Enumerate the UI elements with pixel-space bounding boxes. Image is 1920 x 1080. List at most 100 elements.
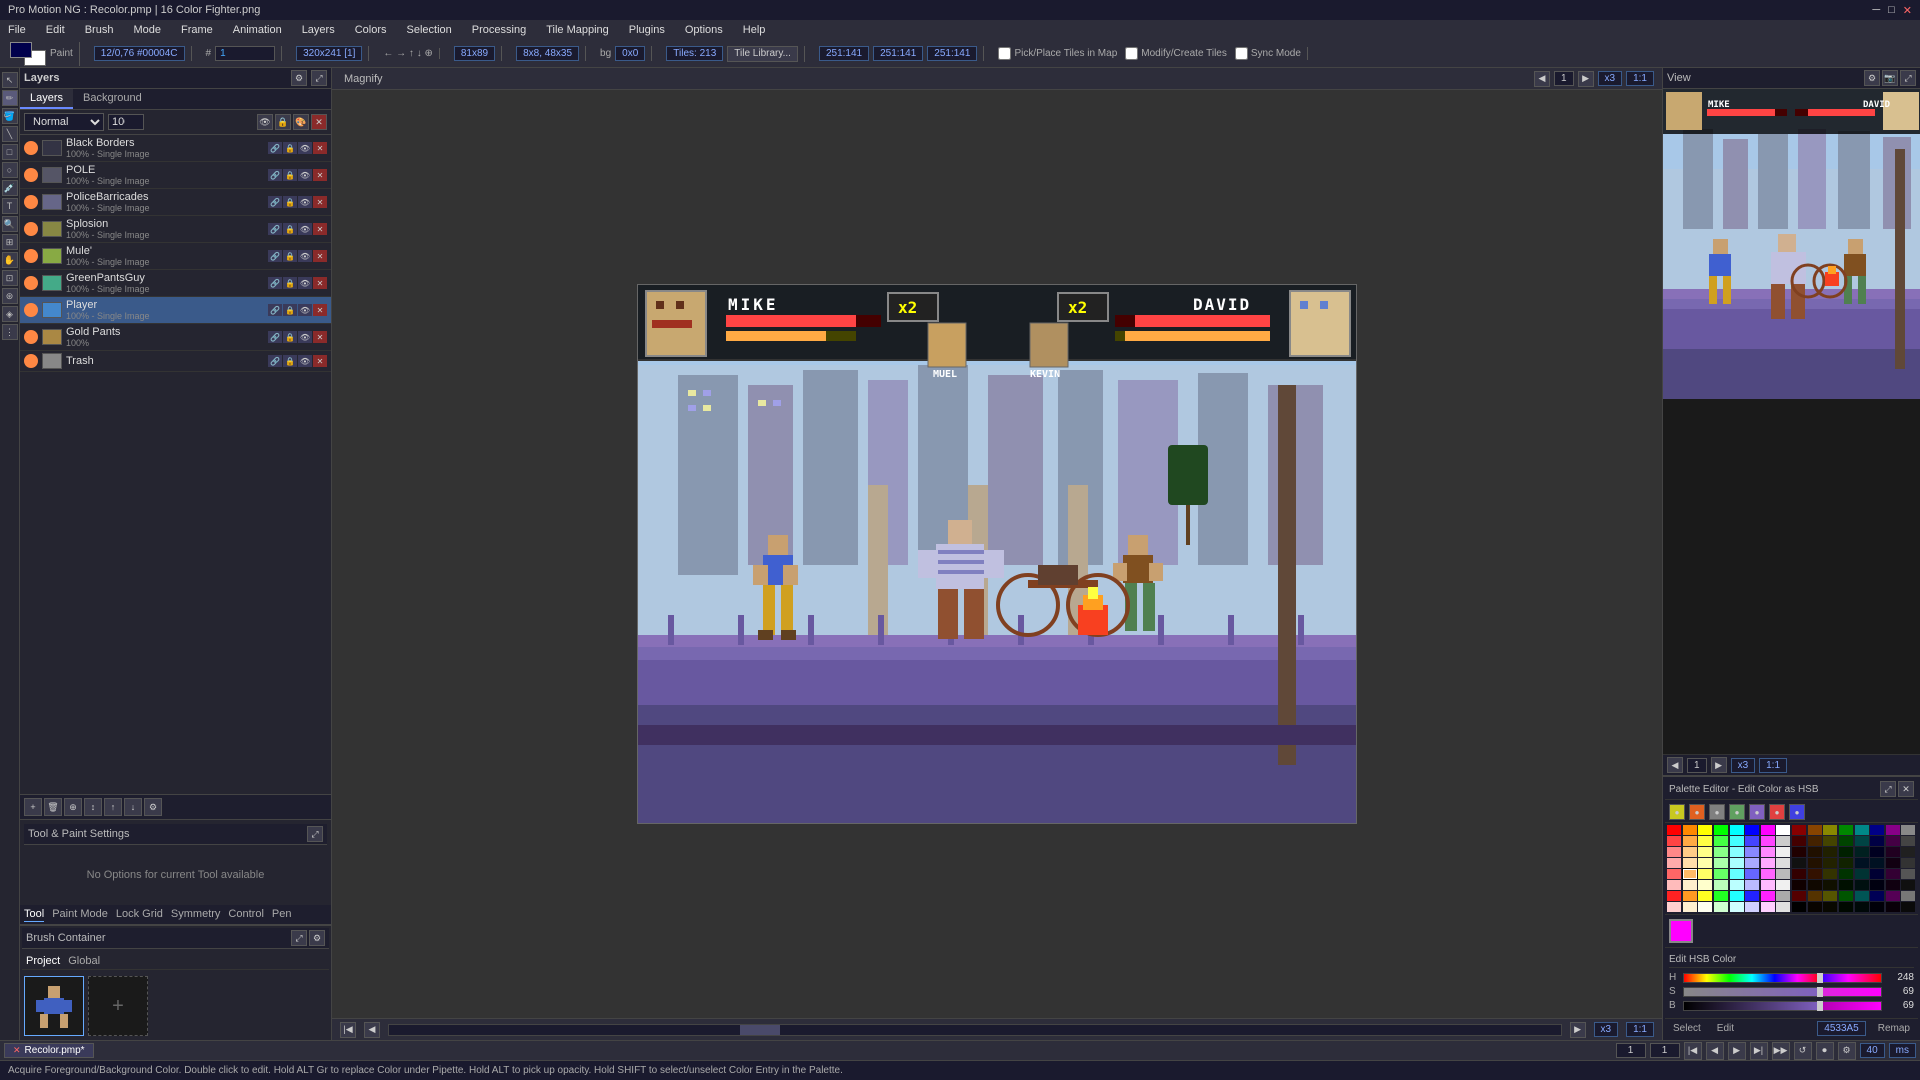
palette-cell[interactable]	[1886, 858, 1900, 868]
palette-cell[interactable]	[1776, 858, 1790, 868]
palette-cell[interactable]	[1745, 869, 1759, 879]
palette-cell[interactable]	[1823, 869, 1837, 879]
brush-container-settings[interactable]: ⚙	[309, 930, 325, 946]
tool-custom2[interactable]: ⋮	[2, 324, 18, 340]
palette-icon-6[interactable]: ●	[1769, 804, 1785, 820]
palette-cell[interactable]	[1792, 902, 1806, 912]
layer-item[interactable]: PoliceBarricades 100% - Single Image 🔗 🔒…	[20, 189, 331, 216]
palette-cell[interactable]	[1761, 836, 1775, 846]
palette-cell[interactable]	[1714, 858, 1728, 868]
anim-prev[interactable]: ◀	[1706, 1042, 1724, 1060]
layer-icon-del[interactable]: ✕	[313, 169, 327, 181]
palette-cell[interactable]	[1855, 836, 1869, 846]
palette-cell[interactable]	[1745, 858, 1759, 868]
palette-cell[interactable]	[1855, 891, 1869, 901]
palette-cell[interactable]	[1698, 825, 1712, 835]
layer-visibility-icon[interactable]	[24, 276, 38, 290]
palette-cell[interactable]	[1776, 825, 1790, 835]
palette-icon-4[interactable]: ●	[1729, 804, 1745, 820]
palette-cell[interactable]	[1870, 880, 1884, 890]
palette-cell[interactable]	[1761, 902, 1775, 912]
palette-cell[interactable]	[1761, 847, 1775, 857]
view-icon-camera[interactable]: 📷	[1882, 70, 1898, 86]
palette-cell[interactable]	[1839, 880, 1853, 890]
layer-icon-lock[interactable]: 🔒	[283, 355, 297, 367]
layer-red-icon[interactable]: ✕	[311, 114, 327, 130]
palette-cell[interactable]	[1730, 858, 1744, 868]
layer-icon-lock[interactable]: 🔒	[283, 277, 297, 289]
tool-fill[interactable]: 🪣	[2, 108, 18, 124]
layer-icon-lock[interactable]: 🔒	[283, 331, 297, 343]
palette-cell[interactable]	[1823, 825, 1837, 835]
palette-cell[interactable]	[1886, 891, 1900, 901]
layer-icon-link[interactable]: 🔗	[268, 250, 282, 262]
brush-tab-global[interactable]: Global	[68, 955, 100, 967]
palette-cell[interactable]	[1745, 847, 1759, 857]
palette-cell[interactable]	[1667, 869, 1681, 879]
layer-icon-lock[interactable]: 🔒	[283, 304, 297, 316]
canvas-footer-next[interactable]: ▶	[1570, 1022, 1586, 1038]
tool-grid[interactable]: ⊞	[2, 234, 18, 250]
menu-brush[interactable]: Brush	[81, 24, 118, 36]
layer-icon-lock[interactable]: 🔒	[283, 196, 297, 208]
palette-cell[interactable]	[1792, 836, 1806, 846]
palette-cell[interactable]	[1776, 902, 1790, 912]
palette-cell[interactable]	[1698, 836, 1712, 846]
modify-create-label[interactable]: Modify/Create Tiles	[1125, 47, 1227, 60]
palette-cell[interactable]	[1745, 836, 1759, 846]
palette-cell[interactable]	[1730, 902, 1744, 912]
palette-cell[interactable]	[1683, 825, 1697, 835]
layer-icon-eye2[interactable]: 👁	[298, 250, 312, 262]
palette-cell[interactable]	[1839, 891, 1853, 901]
palette-cell[interactable]	[1839, 869, 1853, 879]
menu-file[interactable]: File	[4, 24, 30, 36]
layer-icon-del[interactable]: ✕	[313, 250, 327, 262]
palette-cell[interactable]	[1745, 902, 1759, 912]
opacity-input[interactable]	[108, 114, 144, 130]
menu-frame[interactable]: Frame	[177, 24, 217, 36]
palette-cell[interactable]	[1808, 858, 1822, 868]
canvas-content[interactable]: MIKE x2 x2 DAVID	[332, 90, 1662, 1018]
palette-cell[interactable]	[1730, 880, 1744, 890]
palette-cell[interactable]	[1870, 902, 1884, 912]
layer-delete-btn[interactable]: 🗑	[44, 798, 62, 816]
layer-item[interactable]: Trash 🔗 🔒 👁 ✕	[20, 351, 331, 372]
palette-cell[interactable]	[1714, 880, 1728, 890]
palette-expand[interactable]: ⤢	[1880, 781, 1896, 797]
layer-visibility-icon[interactable]	[24, 354, 38, 368]
palette-cell[interactable]	[1870, 891, 1884, 901]
palette-cell[interactable]	[1901, 902, 1915, 912]
palette-cell[interactable]	[1808, 880, 1822, 890]
bright-bar[interactable]	[1683, 1001, 1882, 1011]
layers-expand-btn[interactable]: ⤢	[311, 70, 327, 86]
maximize-btn[interactable]: □	[1888, 4, 1895, 17]
menu-mode[interactable]: Mode	[129, 24, 165, 36]
anim-play[interactable]: ▶	[1728, 1042, 1746, 1060]
palette-cell[interactable]	[1730, 836, 1744, 846]
canvas-next-frame[interactable]: ▶	[1578, 71, 1594, 87]
layer-icon-link[interactable]: 🔗	[268, 223, 282, 235]
palette-cell[interactable]	[1870, 825, 1884, 835]
tile-library-btn[interactable]: Tile Library...	[727, 46, 798, 62]
layer-icon-eye2[interactable]: 👁	[298, 277, 312, 289]
layer-icon-del[interactable]: ✕	[313, 277, 327, 289]
palette-cell[interactable]	[1823, 847, 1837, 857]
tool-picker[interactable]: 💉	[2, 180, 18, 196]
tool-settings-expand[interactable]: ⤢	[307, 826, 323, 842]
palette-cell[interactable]	[1730, 891, 1744, 901]
layer-item[interactable]: GreenPantsGuy 100% - Single Image 🔗 🔒 👁 …	[20, 270, 331, 297]
tool-custom1[interactable]: ◈	[2, 306, 18, 322]
palette-cell[interactable]	[1698, 858, 1712, 868]
palette-cell[interactable]	[1870, 858, 1884, 868]
palette-cell[interactable]	[1730, 825, 1744, 835]
brush-container-expand[interactable]: ⤢	[291, 930, 307, 946]
palette-cell[interactable]	[1792, 891, 1806, 901]
palette-cell[interactable]	[1855, 880, 1869, 890]
anim-settings[interactable]: ⚙	[1838, 1042, 1856, 1060]
menu-selection[interactable]: Selection	[403, 24, 456, 36]
layer-merge-btn[interactable]: ↕	[84, 798, 102, 816]
palette-cell[interactable]	[1730, 869, 1744, 879]
palette-cell[interactable]	[1901, 880, 1915, 890]
layer-icon-del[interactable]: ✕	[313, 304, 327, 316]
palette-cell[interactable]	[1745, 880, 1759, 890]
